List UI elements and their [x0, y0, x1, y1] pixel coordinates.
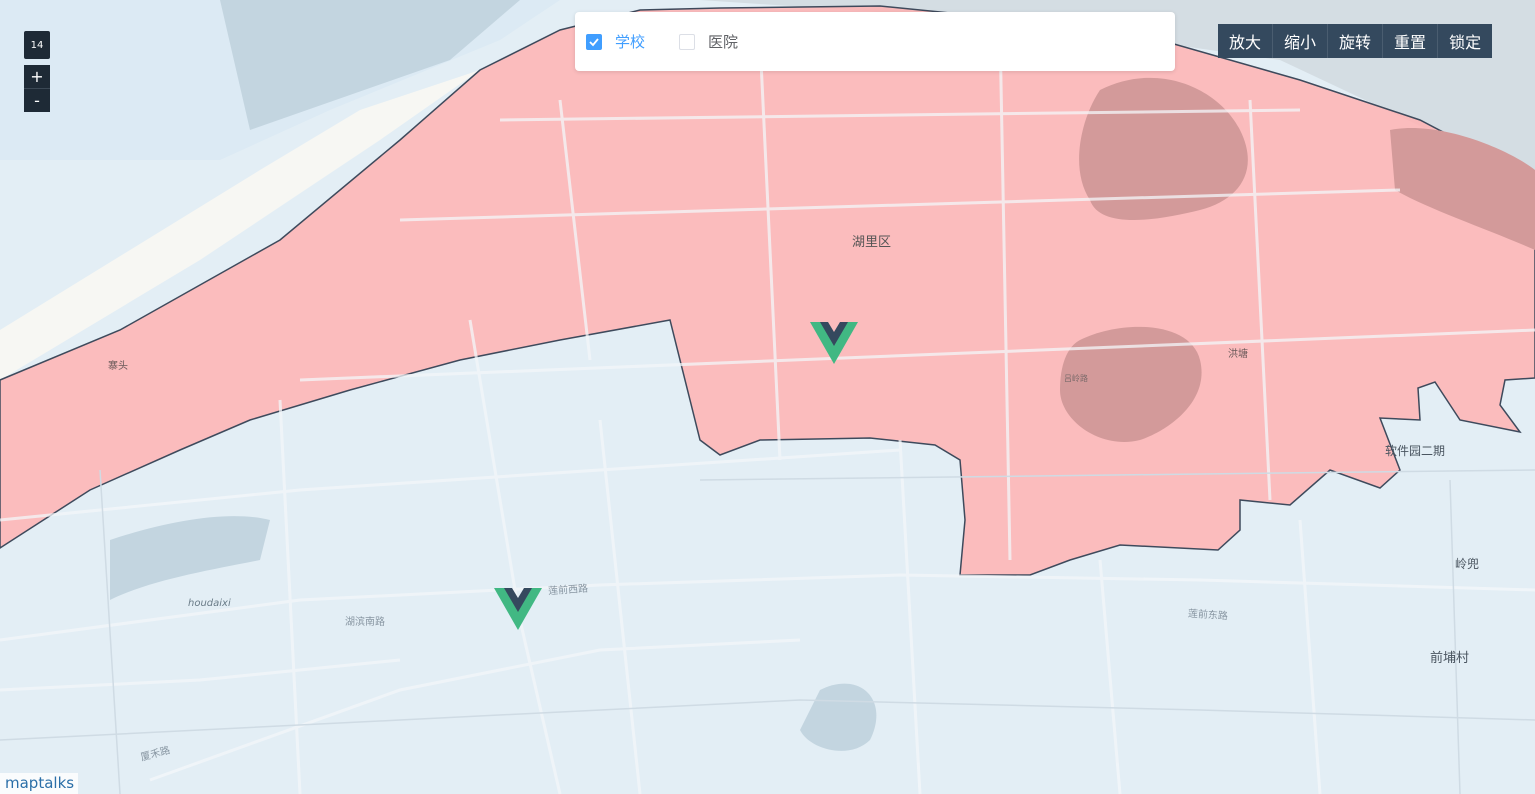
zoom-in-button[interactable]: + — [24, 65, 50, 89]
vue-logo-icon — [494, 588, 542, 630]
filter-hospital-checkbox[interactable]: 医院 — [679, 31, 738, 52]
zoom-level-indicator: 14 — [24, 31, 50, 59]
map-label-road-b: 莲前东路 — [1187, 608, 1229, 623]
vue-marker[interactable] — [810, 322, 858, 364]
filter-school-label: 学校 — [615, 33, 646, 51]
map-toolbar: 放大 缩小 旋转 重置 锁定 — [1218, 24, 1493, 58]
map-label-road-a: 莲前西路 — [547, 583, 589, 598]
rotate-button[interactable]: 旋转 — [1328, 24, 1384, 58]
map-label-district: 湖里区 — [852, 235, 892, 250]
map-svg — [0, 0, 1535, 794]
check-icon — [589, 37, 599, 46]
checkbox-unchecked-icon[interactable] — [679, 33, 696, 50]
map-label-area-b: 洪塘 — [1228, 349, 1248, 360]
vue-marker[interactable] — [494, 588, 542, 630]
vue-logo-icon — [810, 322, 858, 364]
map-label-village-b: 前埔村 — [1430, 651, 1470, 666]
map-canvas[interactable]: 湖里区 寨头 洪塘 软件园二期 岭兜 前埔村 houdaixi 莲前西路 莲前东… — [0, 0, 1535, 794]
map-label-river: houdaixi — [188, 598, 231, 609]
filter-school-checkbox[interactable]: 学校 — [586, 31, 645, 52]
map-label-road-e: 吕岭路 — [1064, 374, 1088, 383]
zoom-in-tool-button[interactable]: 放大 — [1218, 24, 1274, 58]
zoom-out-tool-button[interactable]: 缩小 — [1273, 24, 1329, 58]
lock-button[interactable]: 锁定 — [1438, 24, 1492, 58]
attribution-link[interactable]: maptalks — [0, 773, 79, 794]
map-label-village-a: 岭兜 — [1455, 557, 1480, 571]
map-label-area-a: 寨头 — [108, 361, 128, 372]
zoom-control: 14 + - — [24, 31, 50, 112]
filter-hospital-label: 医院 — [708, 33, 739, 51]
checkbox-checked-icon[interactable] — [586, 33, 602, 50]
reset-button[interactable]: 重置 — [1383, 24, 1439, 58]
map-label-road-c: 湖滨南路 — [345, 617, 385, 628]
zoom-out-button[interactable]: - — [24, 89, 50, 112]
map-label-community: 软件园二期 — [1385, 444, 1446, 458]
layer-filter-panel: 学校 医院 — [575, 12, 1175, 71]
